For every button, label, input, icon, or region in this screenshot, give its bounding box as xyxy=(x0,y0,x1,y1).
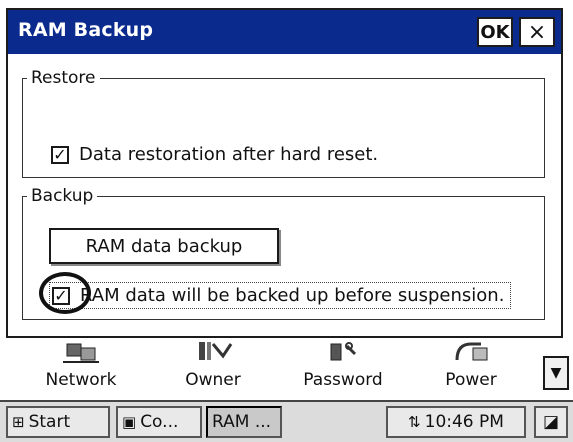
window-title: RAM Backup xyxy=(18,19,154,41)
control-panel-item-password[interactable]: Password xyxy=(288,338,398,400)
close-button[interactable]: × xyxy=(519,17,555,47)
control-panel-icon: ▣ xyxy=(122,413,137,431)
restore-checkbox-row[interactable]: ✓ Data restoration after hard reset. xyxy=(51,144,378,165)
start-label: Start xyxy=(28,412,71,432)
network-label: Network xyxy=(45,370,117,390)
desktop-icon: ◪ xyxy=(542,412,560,432)
power-icon xyxy=(455,342,488,361)
backup-before-suspension-row[interactable]: ✓ RAM data will be backed up before susp… xyxy=(49,282,512,309)
power-label: Power xyxy=(445,370,497,390)
control-panel-item-power[interactable]: Power xyxy=(416,338,526,400)
control-panel-icon-strip: Network Owner Password Power xyxy=(0,338,573,400)
ram-data-backup-button[interactable]: RAM data backup xyxy=(49,228,279,264)
restore-legend: Restore xyxy=(31,68,96,88)
ok-button[interactable]: OK xyxy=(477,17,513,47)
network-icon xyxy=(63,343,99,363)
restore-checkbox-label: Data restoration after hard reset. xyxy=(79,144,379,165)
clock-time: 10:46 PM xyxy=(424,412,504,432)
control-panel-item-network[interactable]: Network xyxy=(26,338,136,400)
control-panel-item-owner[interactable]: Owner xyxy=(158,338,268,400)
password-icon xyxy=(330,342,357,361)
taskbar: ⊞ Start ▣ Co... RAM ... ⇅ 10:46 PM ◪ xyxy=(0,400,573,442)
title-bar: RAM Backup OK × xyxy=(8,10,561,54)
owner-icon xyxy=(199,342,233,360)
backup-before-suspension-label: RAM data will be backed up before suspen… xyxy=(80,285,505,306)
restore-group: Restore ✓ Data restoration after hard re… xyxy=(22,68,545,178)
owner-label: Owner xyxy=(185,370,241,390)
taskbar-task-control-panel[interactable]: ▣ Co... xyxy=(116,406,202,438)
desktop-button[interactable]: ◪ xyxy=(534,406,568,438)
password-label: Password xyxy=(303,370,383,390)
backup-group: Backup RAM data backup ✓ RAM data will b… xyxy=(22,186,545,320)
taskbar-task-ram-backup[interactable]: RAM ... xyxy=(206,406,282,438)
restore-checkbox[interactable]: ✓ xyxy=(51,145,69,164)
backup-legend: Backup xyxy=(31,186,94,206)
connectivity-icon: ⇅ xyxy=(408,413,421,431)
task-label-control-panel: Co... xyxy=(140,412,179,432)
task-label-ram-backup: RAM ... xyxy=(212,412,272,432)
scroll-down-button[interactable]: ▼ xyxy=(543,356,569,390)
windows-flag-icon: ⊞ xyxy=(12,413,25,431)
ram-backup-dialog: RAM Backup OK × Restore ✓ Data restorati… xyxy=(6,8,563,338)
clock[interactable]: ⇅ 10:46 PM xyxy=(386,406,526,438)
start-button[interactable]: ⊞ Start xyxy=(6,406,110,438)
highlight-circle-annotation xyxy=(39,272,91,314)
